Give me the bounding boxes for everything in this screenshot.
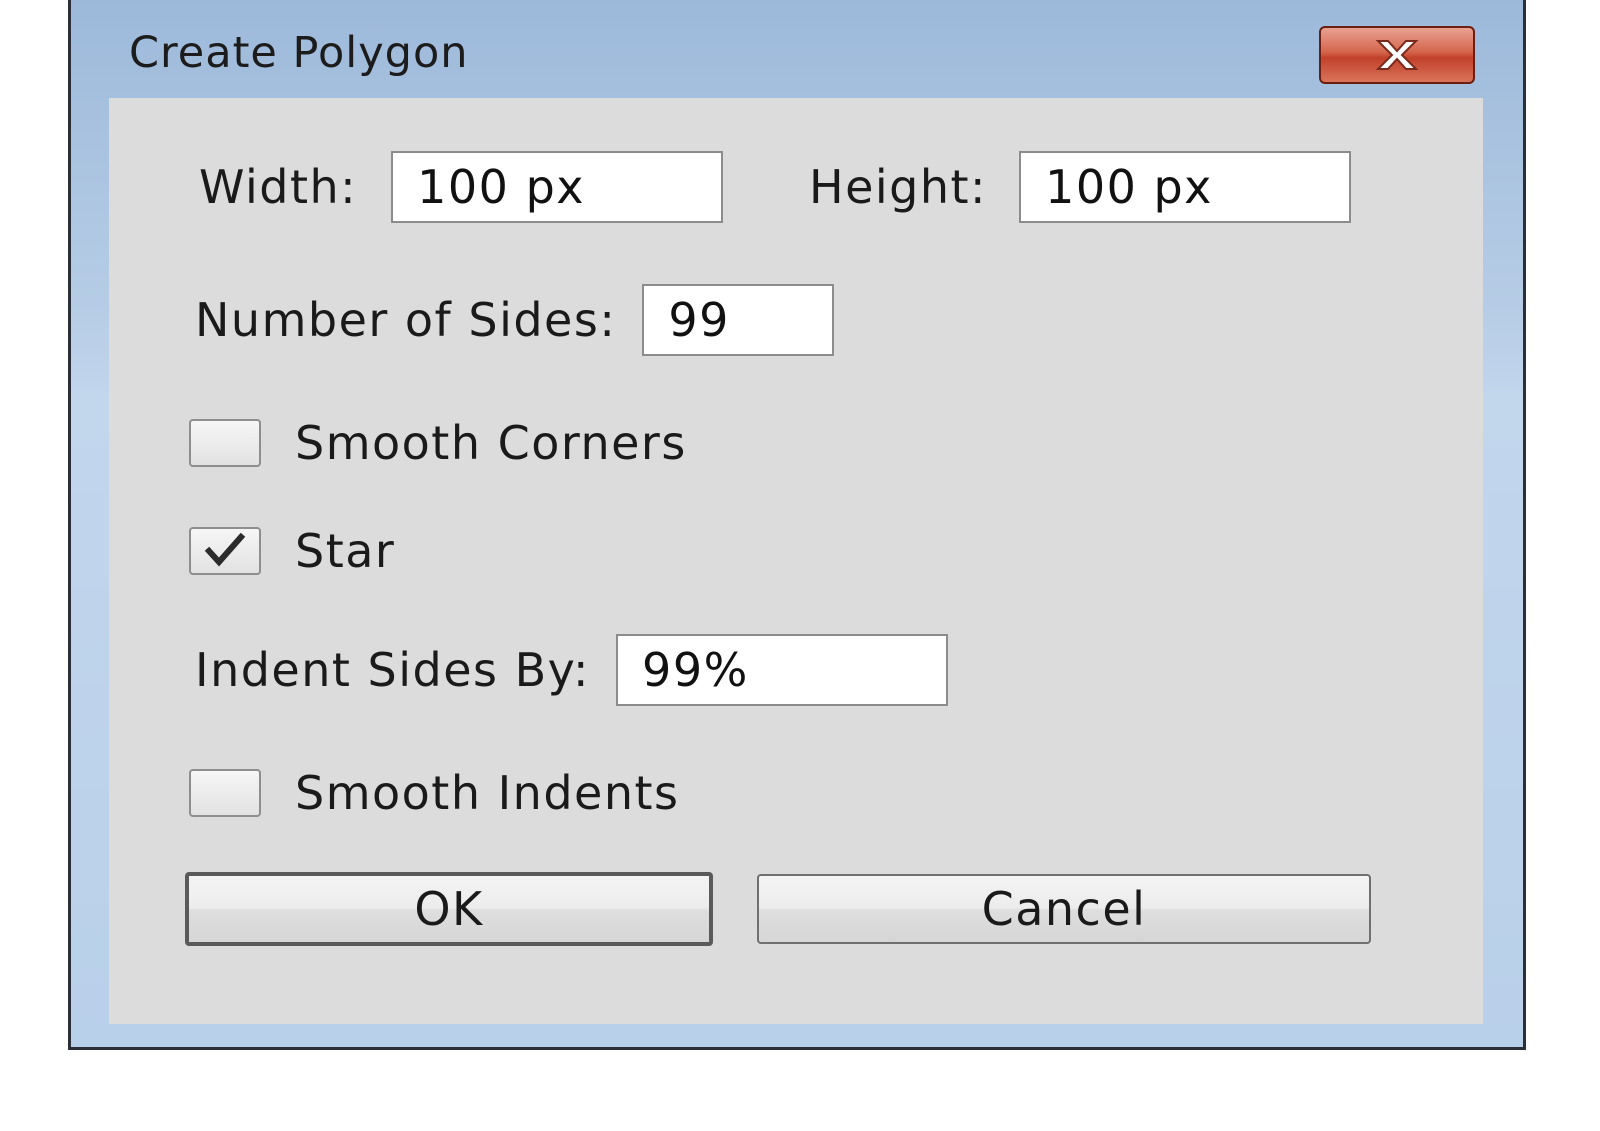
checkmark-icon [204,533,246,567]
width-label: Width: [199,160,358,214]
smooth-corners-checkbox[interactable] [189,419,261,467]
smooth-corners-row[interactable]: Smooth Corners [189,416,687,470]
ok-button[interactable]: OK [185,872,713,946]
star-checkbox[interactable] [189,527,261,575]
width-input[interactable] [391,151,724,223]
close-icon [1375,40,1419,70]
dialog-title: Create Polygon [129,28,469,78]
title-bar[interactable]: Create Polygon [71,0,1523,98]
smooth-corners-label: Smooth Corners [295,416,687,470]
cancel-button[interactable]: Cancel [757,874,1371,944]
star-row[interactable]: Star [189,524,395,578]
smooth-indents-label: Smooth Indents [295,766,680,820]
indent-label: Indent Sides By: [195,643,591,697]
indent-row: Indent Sides By: [195,634,949,706]
height-input[interactable] [1019,151,1352,223]
smooth-indents-checkbox[interactable] [189,769,261,817]
close-button[interactable] [1319,26,1475,84]
height-label: Height: [809,160,988,214]
sides-label: Number of Sides: [195,293,617,347]
indent-input[interactable] [616,634,949,706]
smooth-indents-row[interactable]: Smooth Indents [189,766,680,820]
height-row: Height: [809,151,1352,223]
create-polygon-dialog: Create Polygon Width: Height: Number of … [68,0,1526,1050]
star-label: Star [295,524,396,578]
sides-input[interactable] [642,284,835,356]
sides-row: Number of Sides: [195,284,835,356]
dialog-body: Width: Height: Number of Sides: Smooth C… [109,98,1483,1024]
width-row: Width: [199,151,724,223]
